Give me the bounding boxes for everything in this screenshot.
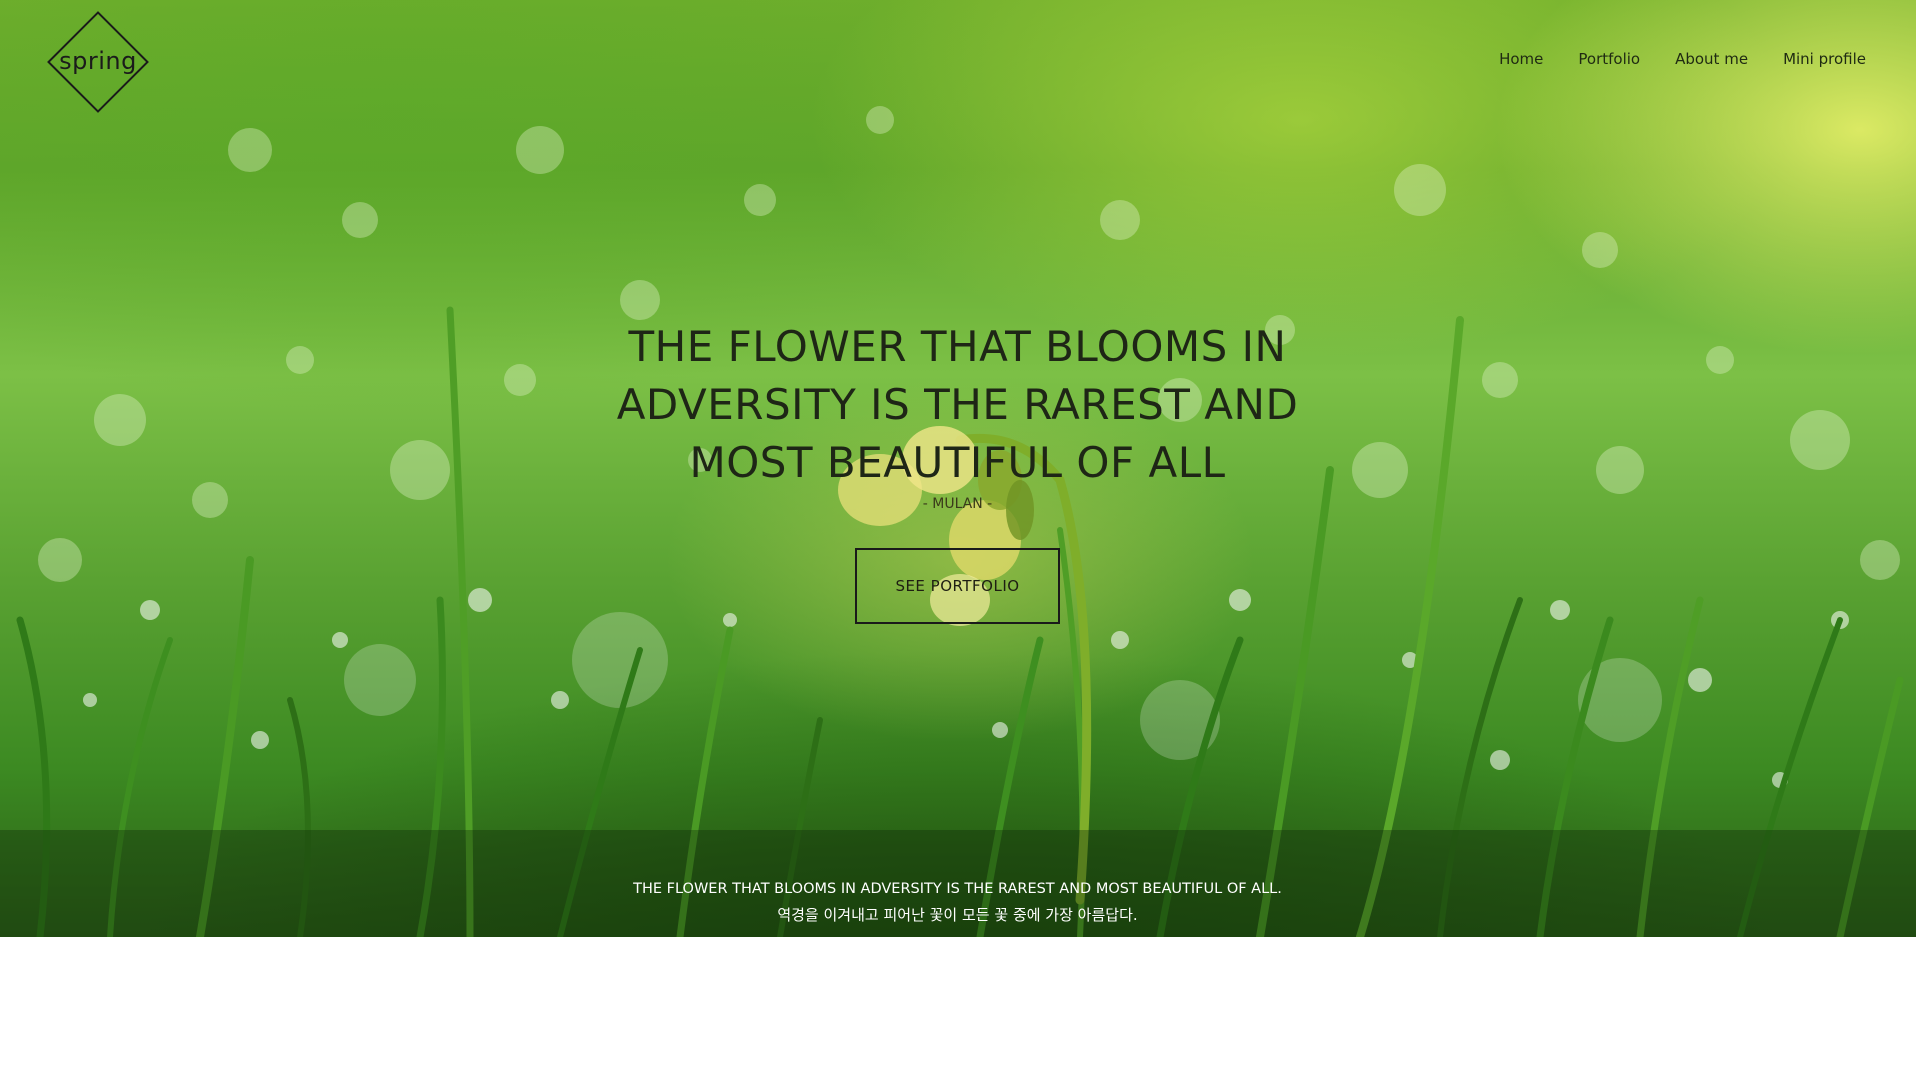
caption-english: THE FLOWER THAT BLOOMS IN ADVERSITY IS T… — [633, 881, 1282, 897]
nav-item-portfolio[interactable]: Portfolio — [1578, 50, 1640, 68]
hero-caption: THE FLOWER THAT BLOOMS IN ADVERSITY IS T… — [560, 876, 1355, 928]
hero-headline: THE FLOWER THAT BLOOMS IN ADVERSITY IS T… — [560, 318, 1355, 492]
logo[interactable]: spring — [44, 10, 152, 114]
nav-item-mini-profile[interactable]: Mini profile — [1783, 50, 1866, 68]
hero-section: spring Home Portfolio About me Mini prof… — [0, 0, 1916, 937]
nav-item-about-me[interactable]: About me — [1675, 50, 1748, 68]
hero-headline-line-1: THE FLOWER THAT BLOOMS IN — [628, 322, 1287, 371]
nav-item-home[interactable]: Home — [1499, 50, 1543, 68]
quote-attribution: - MULAN - — [922, 496, 993, 512]
see-portfolio-button[interactable]: SEE PORTFOLIO — [855, 548, 1060, 624]
hero-headline-line-2: ADVERSITY IS THE RAREST AND — [616, 380, 1299, 429]
caption-korean: 역경을 이겨내고 피어난 꽃이 모든 꽃 중에 가장 아름답다. — [777, 906, 1138, 924]
main-nav: Home Portfolio About me Mini profile — [1464, 50, 1866, 68]
hero-headline-line-3: MOST BEAUTIFUL OF ALL — [689, 438, 1226, 487]
logo-text: spring — [59, 47, 137, 75]
